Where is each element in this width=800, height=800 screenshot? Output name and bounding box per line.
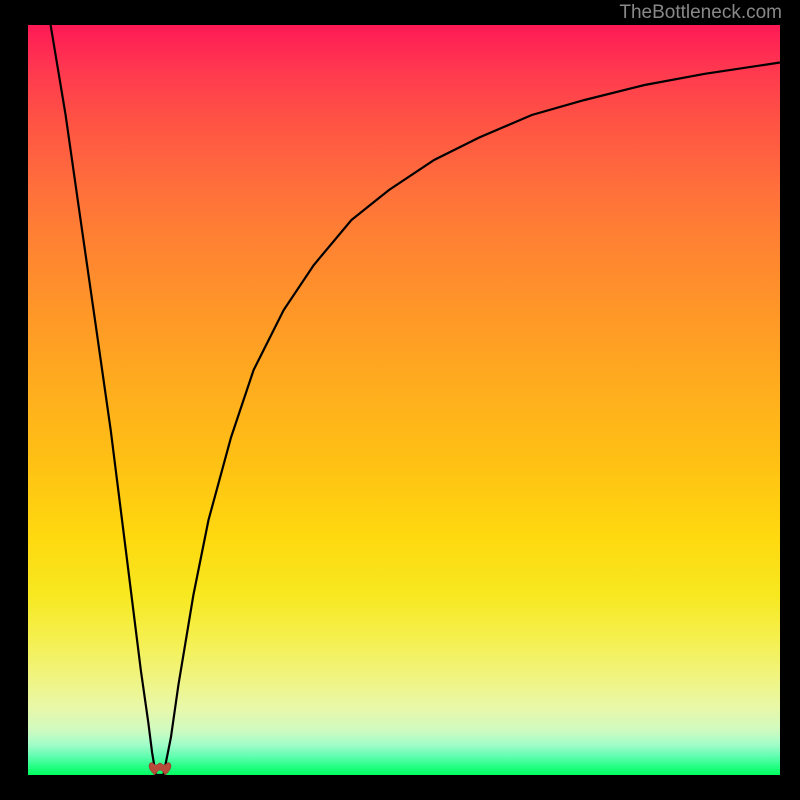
optimum-marker: [148, 761, 172, 777]
chart-area: [28, 25, 780, 775]
bottleneck-curve: [51, 25, 780, 775]
curve-plot: [28, 25, 780, 775]
watermark-text: TheBottleneck.com: [619, 2, 782, 24]
